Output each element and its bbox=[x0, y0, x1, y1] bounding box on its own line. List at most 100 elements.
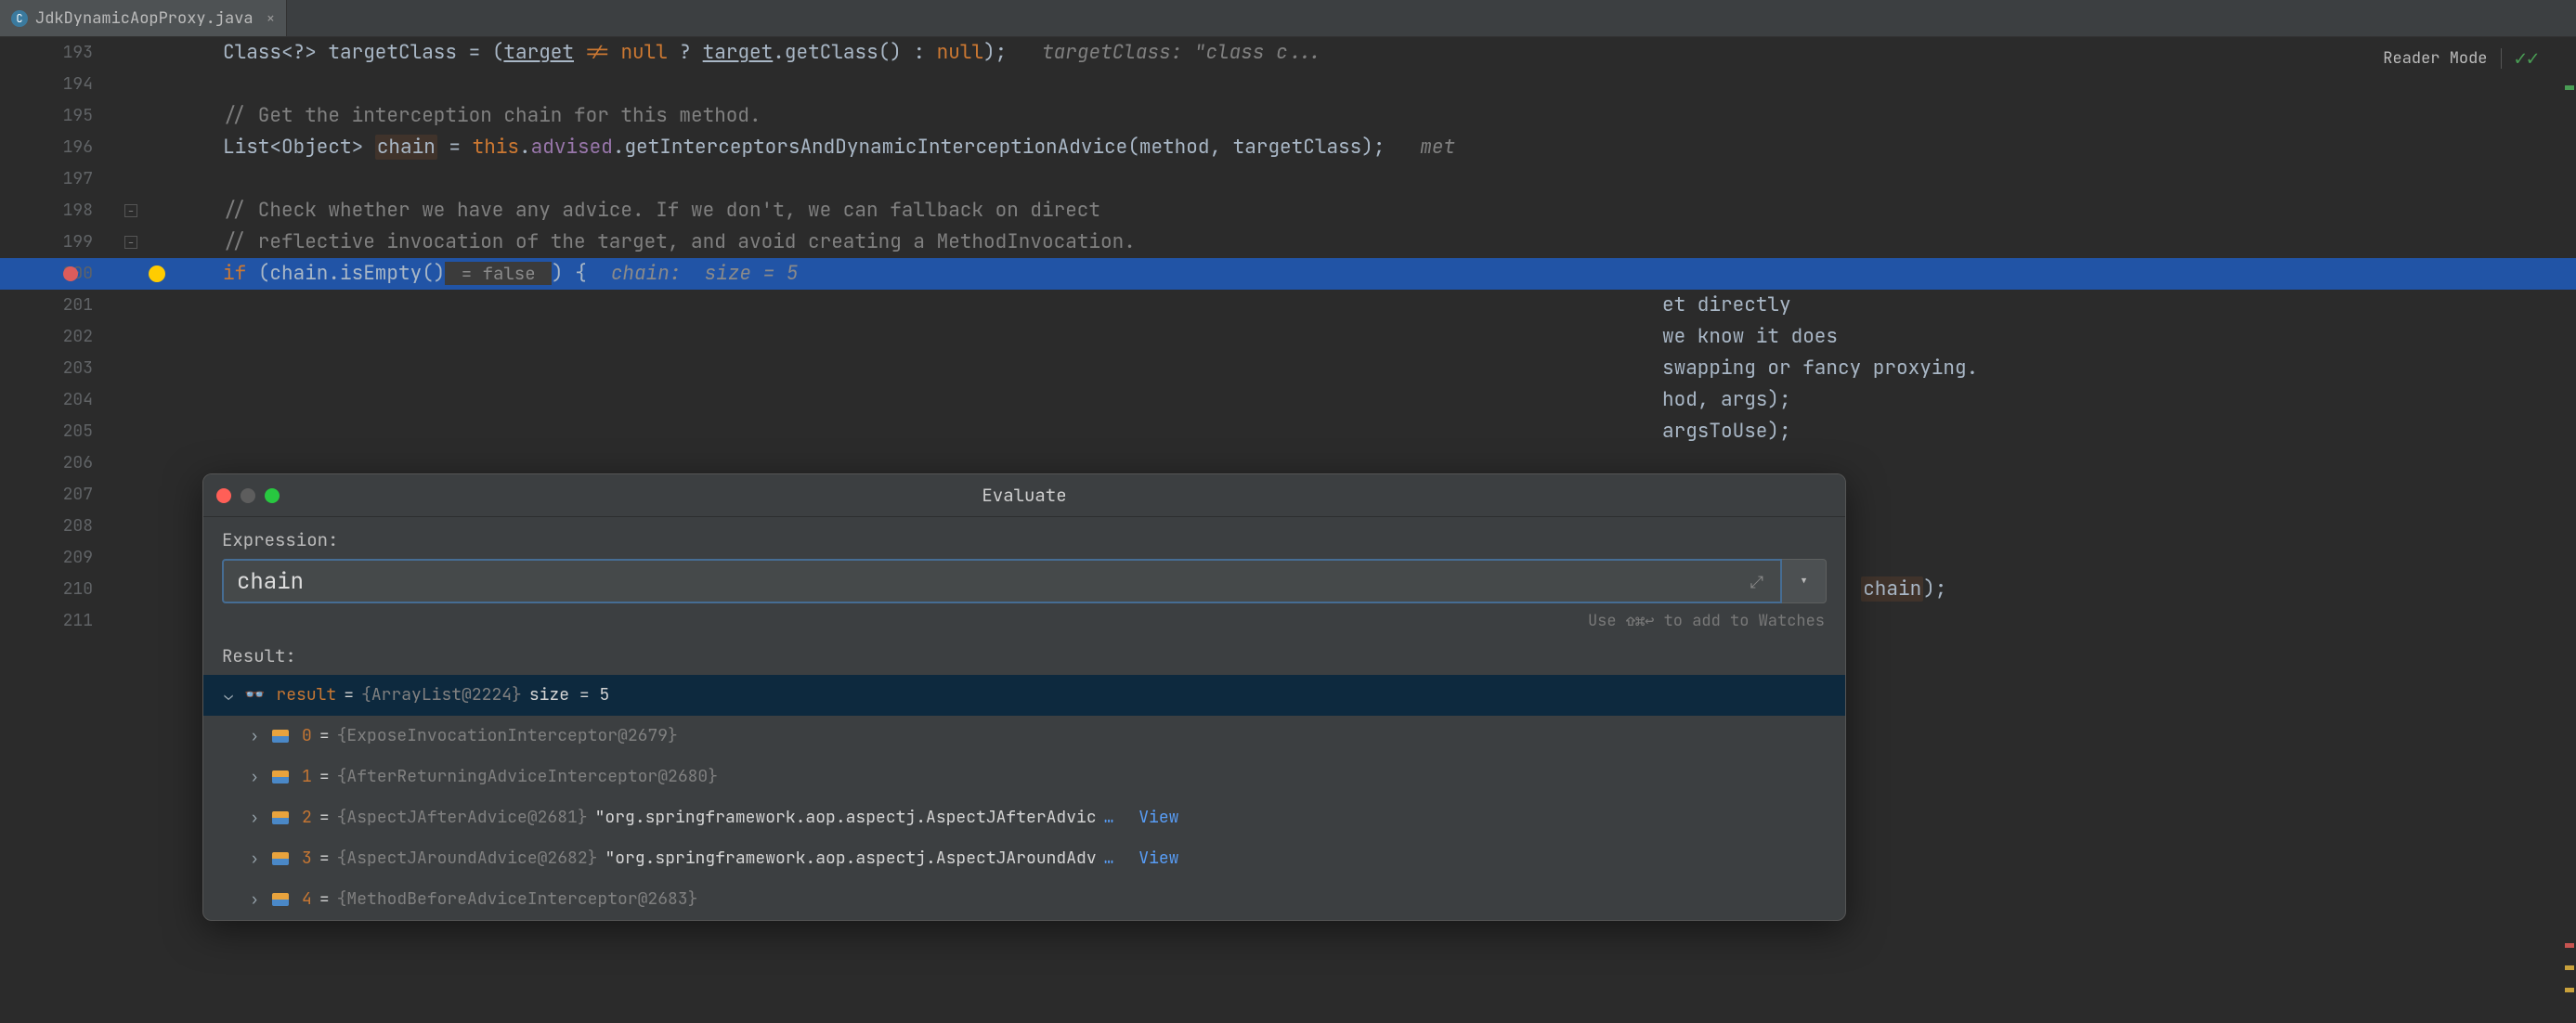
object-icon bbox=[272, 811, 289, 824]
current-execution-line[interactable]: if (chain.isEmpty() = false ) {chain: si… bbox=[223, 258, 2576, 290]
inline-debug-hint: targetClass: "class c... bbox=[1042, 40, 1322, 65]
code-line[interactable]: swapping or fancy proxying. bbox=[223, 353, 2576, 384]
result-item-row[interactable]: › 0 = {ExposeInvocationInterceptor@2679} bbox=[203, 716, 1845, 757]
line-number: 205 bbox=[0, 416, 121, 447]
result-item-row[interactable]: › 4 = {MethodBeforeAdviceInterceptor@268… bbox=[203, 879, 1845, 920]
dialog-title-bar[interactable]: Evaluate bbox=[203, 474, 1845, 517]
inline-debug-hint: met bbox=[1420, 135, 1455, 160]
code-line[interactable]: // Get the interception chain for this m… bbox=[223, 100, 2576, 132]
tab-filename: JdkDynamicAopProxy.java bbox=[35, 8, 254, 29]
object-icon bbox=[272, 852, 289, 865]
result-item-row[interactable]: › 1 = {AfterReturningAdviceInterceptor@2… bbox=[203, 757, 1845, 797]
minimize-window-icon[interactable] bbox=[241, 488, 255, 503]
line-number: 196 bbox=[0, 132, 121, 163]
editor-tab[interactable]: C JdkDynamicAopProxy.java × bbox=[0, 0, 287, 36]
tab-bar: C JdkDynamicAopProxy.java × bbox=[0, 0, 2576, 37]
result-label: Result: bbox=[222, 644, 1827, 667]
expression-history-dropdown[interactable]: ▾ bbox=[1782, 559, 1827, 603]
line-number: 194 bbox=[0, 69, 121, 100]
close-icon[interactable]: × bbox=[267, 8, 276, 28]
result-type: {AspectJAfterAdvice@2681} bbox=[337, 797, 588, 838]
chevron-down-icon: ▾ bbox=[1799, 571, 1809, 592]
result-tostring: "org.springframework.aop.aspectj.AspectJ… bbox=[605, 838, 1096, 879]
line-number: 197 bbox=[0, 163, 121, 195]
result-name: result bbox=[276, 675, 336, 716]
view-link[interactable]: View bbox=[1138, 797, 1178, 838]
result-index: 3 bbox=[302, 838, 312, 879]
comment: // reflective invocation of the target, … bbox=[223, 229, 1136, 254]
code-line[interactable] bbox=[223, 163, 2576, 195]
result-item-row[interactable]: › 3 = {AspectJAroundAdvice@2682} "org.sp… bbox=[203, 838, 1845, 879]
result-type: {ArrayList@2224} bbox=[361, 675, 522, 716]
window-controls bbox=[216, 488, 280, 503]
line-number: 210 bbox=[0, 574, 121, 605]
intention-bulb-icon[interactable] bbox=[149, 265, 165, 282]
java-class-icon: C bbox=[11, 10, 28, 27]
breakpoint-icon[interactable] bbox=[63, 266, 78, 281]
result-type: {AspectJAroundAdvice@2682} bbox=[337, 838, 598, 879]
result-type: {AfterReturningAdviceInterceptor@2680} bbox=[337, 757, 718, 797]
line-number: 209 bbox=[0, 542, 121, 574]
evaluate-dialog: Evaluate Expression: ⤢ ▾ Use ⇧⌘↩ to add … bbox=[202, 473, 1846, 921]
code-line[interactable] bbox=[223, 69, 2576, 100]
ellipsis-icon[interactable]: … bbox=[1104, 797, 1114, 838]
dialog-title: Evaluate bbox=[982, 484, 1066, 507]
line-number: 195 bbox=[0, 100, 121, 132]
line-number: 211 bbox=[0, 605, 121, 637]
fold-marker-icon[interactable]: – bbox=[124, 236, 137, 249]
code-line[interactable]: List<Object> chain = this.advised.getInt… bbox=[223, 132, 2576, 163]
line-number: 198 bbox=[0, 195, 121, 227]
code-line[interactable]: Class<?> targetClass = (target != null ?… bbox=[223, 37, 2576, 69]
line-number: 204 bbox=[0, 384, 121, 416]
ellipsis-icon[interactable]: … bbox=[1104, 838, 1114, 879]
code-line[interactable]: // Check whether we have any advice. If … bbox=[223, 195, 2576, 227]
dialog-body: Expression: ⤢ ▾ Use ⇧⌘↩ to add to Watche… bbox=[203, 517, 1845, 667]
inline-value-hint: = false bbox=[445, 262, 552, 285]
code-line[interactable]: // reflective invocation of the target, … bbox=[223, 227, 2576, 258]
line-number: 206 bbox=[0, 447, 121, 479]
result-tostring: "org.springframework.aop.aspectj.AspectJ… bbox=[595, 797, 1097, 838]
chevron-right-icon[interactable]: › bbox=[246, 757, 263, 797]
object-icon bbox=[272, 730, 289, 743]
watch-glasses-icon: 👓 bbox=[244, 675, 265, 716]
code-line[interactable]: argsToUse); bbox=[223, 416, 2576, 447]
view-link[interactable]: View bbox=[1138, 838, 1178, 879]
chevron-down-icon[interactable]: ⌄ bbox=[220, 675, 237, 716]
result-tree: ⌄ 👓 result = {ArrayList@2224} size = 5 ›… bbox=[203, 675, 1845, 920]
result-root-row[interactable]: ⌄ 👓 result = {ArrayList@2224} size = 5 bbox=[203, 675, 1845, 716]
code-line[interactable]: hod, args); bbox=[223, 384, 2576, 416]
line-number: 203 bbox=[0, 353, 121, 384]
line-number: 200 bbox=[0, 258, 121, 290]
chevron-right-icon[interactable]: › bbox=[246, 838, 263, 879]
result-index: 1 bbox=[302, 757, 312, 797]
add-to-watches-hint: Use ⇧⌘↩ to add to Watches bbox=[222, 607, 1827, 644]
line-number-gutter: 193 194 195 196 197 198 199 200 201 202 … bbox=[0, 37, 121, 1023]
object-icon bbox=[272, 770, 289, 783]
fold-marker-icon[interactable]: – bbox=[124, 204, 137, 217]
expression-label: Expression: bbox=[222, 528, 1827, 551]
line-number: 207 bbox=[0, 479, 121, 511]
result-index: 0 bbox=[302, 716, 312, 757]
variable-chain: chain bbox=[1861, 576, 1923, 602]
line-number: 193 bbox=[0, 37, 121, 69]
result-index: 2 bbox=[302, 797, 312, 838]
close-window-icon[interactable] bbox=[216, 488, 231, 503]
result-index: 4 bbox=[302, 879, 312, 920]
line-number: 201 bbox=[0, 290, 121, 321]
chevron-right-icon[interactable]: › bbox=[246, 879, 263, 920]
zoom-window-icon[interactable] bbox=[265, 488, 280, 503]
code-line[interactable]: et directly bbox=[223, 290, 2576, 321]
line-number: 199 bbox=[0, 227, 121, 258]
expression-input[interactable] bbox=[222, 559, 1782, 603]
line-number: 202 bbox=[0, 321, 121, 353]
code-line[interactable]: we know it does bbox=[223, 321, 2576, 353]
comment: // Get the interception chain for this m… bbox=[223, 103, 761, 128]
result-size: size = 5 bbox=[529, 675, 609, 716]
chevron-right-icon[interactable]: › bbox=[246, 716, 263, 757]
line-number: 208 bbox=[0, 511, 121, 542]
comment: // Check whether we have any advice. If … bbox=[223, 198, 1100, 223]
chevron-right-icon[interactable]: › bbox=[246, 797, 263, 838]
object-icon bbox=[272, 893, 289, 906]
result-item-row[interactable]: › 2 = {AspectJAfterAdvice@2681} "org.spr… bbox=[203, 797, 1845, 838]
variable-chain: chain bbox=[375, 135, 437, 160]
